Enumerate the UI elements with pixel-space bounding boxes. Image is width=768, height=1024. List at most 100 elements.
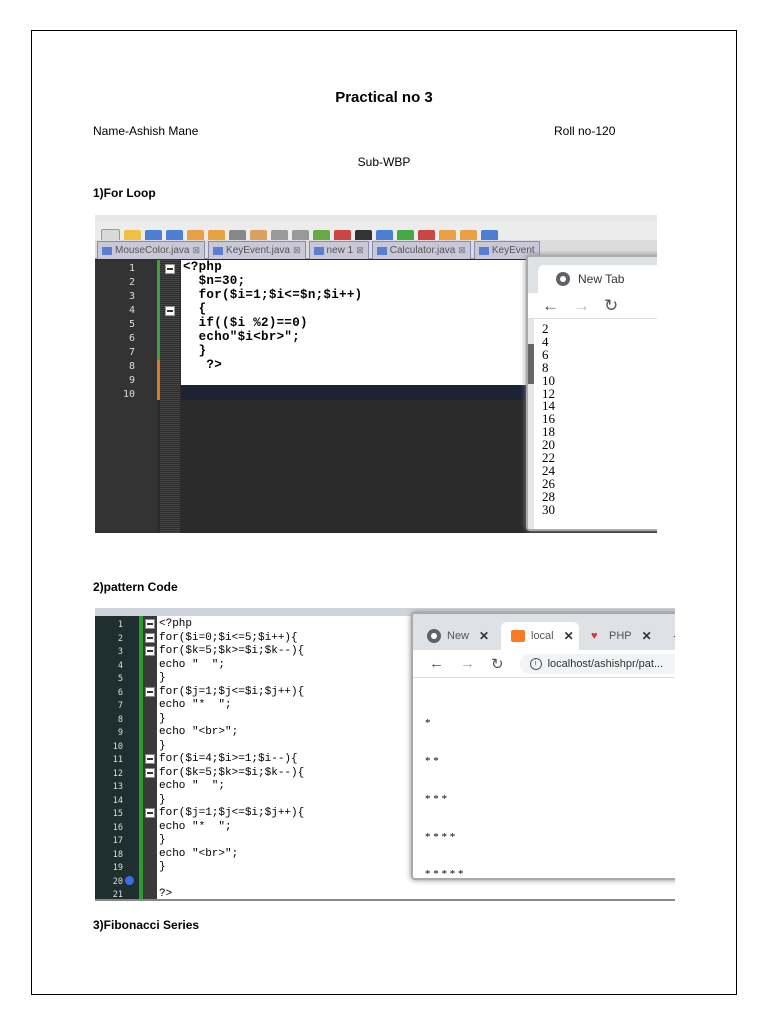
- line-number: 18: [112, 849, 123, 860]
- editor-tab[interactable]: KeyEvent.java ⊠: [208, 241, 306, 259]
- browser-tab-label: local: [531, 630, 554, 642]
- fold-margin: [160, 260, 180, 533]
- fold-toggle-icon[interactable]: [145, 687, 155, 697]
- line-number: 5: [117, 674, 123, 684]
- pattern-row: *: [425, 717, 431, 730]
- fold-toggle-icon[interactable]: [165, 306, 175, 316]
- code-line: echo"$i<br>";: [183, 330, 301, 344]
- tab-close-icon[interactable]: ⊠: [356, 245, 364, 256]
- roll-number: Roll no-120: [554, 124, 616, 138]
- line-number: 15: [112, 809, 123, 819]
- reload-icon[interactable]: ↻: [491, 655, 504, 673]
- line-number: 1: [128, 263, 135, 274]
- back-arrow-icon[interactable]: ←: [429, 655, 444, 672]
- fold-toggle-icon[interactable]: [145, 768, 155, 778]
- bookmark-icon[interactable]: [125, 876, 134, 885]
- page-title: Practical no 3: [335, 89, 433, 106]
- pattern-row: * * * * *: [425, 868, 464, 880]
- fold-toggle-icon[interactable]: [145, 646, 155, 656]
- code-line: }: [159, 793, 166, 806]
- line-number: 3: [117, 647, 123, 657]
- browser-tab[interactable]: New ✕: [417, 622, 499, 650]
- browser-tab-label: New Tab: [578, 272, 625, 286]
- code-line: for($j=1;$j<=$i;$j++){: [159, 685, 305, 698]
- line-number: 9: [117, 728, 123, 738]
- code-line: }: [159, 861, 166, 873]
- line-number: 9: [128, 375, 135, 386]
- code-line: for($j=1;$j<=$i;$j++){: [159, 807, 305, 819]
- fold-toggle-icon[interactable]: [145, 633, 155, 643]
- editor-tab[interactable]: new 1 ⊠: [308, 241, 369, 259]
- browser-nav-bar: ← → ↻: [528, 293, 657, 319]
- tab-close-icon[interactable]: ⊠: [293, 245, 301, 256]
- code-line: ?>: [183, 358, 223, 372]
- scrollbar[interactable]: [528, 319, 534, 529]
- line-number: 1: [117, 620, 123, 630]
- code-line: <?php: [159, 618, 193, 630]
- code-line: for($k=5;$k>=$i;$k--){: [159, 645, 305, 657]
- plus-icon: +: [673, 628, 675, 644]
- line-number: 3: [128, 291, 135, 302]
- line-number: 2: [128, 277, 135, 288]
- address-bar[interactable]: i localhost/ashishpr/pat...: [519, 653, 675, 674]
- address-bar-url: localhost/ashishpr/pat...: [547, 657, 664, 670]
- file-icon: [213, 246, 224, 255]
- line-number: 2: [117, 633, 123, 644]
- forward-arrow-icon[interactable]: →: [460, 655, 475, 672]
- tab-label: KeyEvent.java: [226, 245, 290, 256]
- file-icon: [313, 246, 324, 255]
- fold-toggle-icon[interactable]: [165, 264, 175, 274]
- line-number: 7: [128, 347, 135, 358]
- scrollbar-thumb[interactable]: [528, 344, 534, 384]
- line-number: 14: [112, 795, 123, 806]
- reload-icon[interactable]: ↻: [604, 296, 618, 316]
- pattern-row: * *: [425, 754, 439, 767]
- browser-tab-strip: New ✕ local ✕ ♥ PHP ✕ +: [413, 614, 675, 650]
- editor-tab[interactable]: Calculator.java ⊠: [371, 241, 471, 259]
- line-number: 17: [112, 836, 123, 846]
- browser-tab-active[interactable]: local ✕: [501, 622, 579, 650]
- browser-tab[interactable]: New Tab: [538, 265, 657, 293]
- line-number: 19: [112, 863, 123, 873]
- section-heading-pattern: 2)pattern Code: [93, 580, 178, 594]
- student-name: Name-Ashish Mane: [93, 124, 199, 138]
- code-line: }: [159, 834, 166, 846]
- line-number: 16: [112, 822, 123, 833]
- fold-toggle-icon[interactable]: [145, 808, 155, 818]
- fold-toggle-icon[interactable]: [145, 754, 155, 764]
- code-line: echo " ";: [159, 780, 226, 792]
- tab-label: new 1: [326, 245, 354, 256]
- code-line: }: [183, 344, 207, 358]
- browser-tab[interactable]: ♥ PHP ✕: [581, 622, 663, 650]
- code-line: echo "* ";: [159, 699, 232, 711]
- fold-toggle-icon[interactable]: [145, 619, 155, 629]
- new-tab-button[interactable]: +: [663, 622, 675, 650]
- line-number: 6: [128, 333, 135, 344]
- line-number: 10: [112, 741, 123, 752]
- close-tab-icon[interactable]: ✕: [479, 629, 489, 643]
- screenshot-for-loop: MouseColor.java ⊠ KeyEvent.java ⊠ new 1 ⊠ C…: [95, 215, 657, 533]
- browser-tab-label: PHP: [609, 630, 632, 642]
- line-number: 5: [128, 319, 135, 330]
- code-line: <?php: [183, 260, 223, 274]
- page-output: * * * * * * * * * * * * * * * * * * * * …: [425, 692, 464, 880]
- editor-tab[interactable]: MouseColor.java ⊠: [97, 241, 206, 259]
- file-icon: [478, 246, 489, 255]
- tab-close-icon[interactable]: ⊠: [192, 245, 200, 256]
- code-line: }: [159, 739, 166, 752]
- line-number: 20: [112, 876, 123, 887]
- info-icon[interactable]: i: [529, 657, 542, 670]
- file-icon: [376, 246, 387, 255]
- chrome-icon: [427, 629, 441, 643]
- tab-close-icon[interactable]: ⊠: [458, 245, 466, 256]
- close-tab-icon[interactable]: ✕: [564, 629, 574, 643]
- close-tab-icon[interactable]: ✕: [642, 629, 652, 643]
- browser-nav-bar: ← → ↻ i localhost/ashishpr/pat...: [413, 650, 675, 678]
- code-line: for($i=0;$i<=5;$i++){: [159, 631, 298, 644]
- back-arrow-icon[interactable]: ←: [542, 296, 559, 316]
- forward-arrow-icon[interactable]: →: [573, 296, 590, 316]
- browser-window: New Tab ← → ↻ 2 4 6 8 10 12 14 16 18 20 …: [526, 255, 657, 531]
- line-number: 8: [117, 714, 123, 725]
- code-line: echo " ";: [159, 658, 226, 671]
- code-line: echo "<br>";: [159, 847, 239, 860]
